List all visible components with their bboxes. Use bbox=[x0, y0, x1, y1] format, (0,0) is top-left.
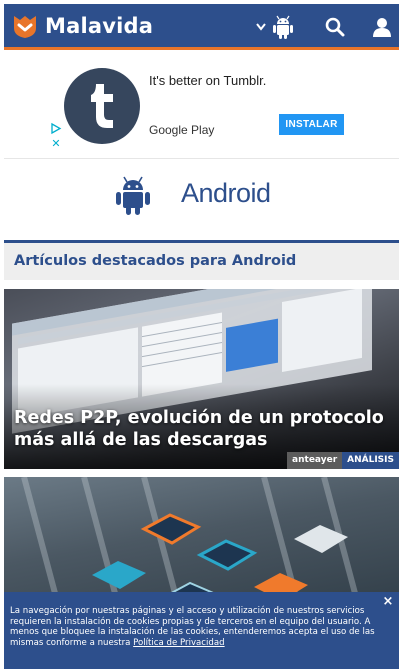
ad-headline[interactable]: It's better on Tumblr. bbox=[149, 73, 266, 88]
brand-name[interactable]: Malavida bbox=[45, 14, 153, 38]
article-date: anteayer bbox=[287, 452, 343, 469]
chevron-down-icon[interactable] bbox=[254, 12, 268, 42]
android-icon[interactable] bbox=[270, 12, 296, 42]
article-title[interactable]: Redes P2P, evolución de un protocolo más… bbox=[14, 407, 394, 451]
install-button[interactable]: INSTALAR bbox=[279, 114, 344, 135]
privacy-policy-link[interactable]: Política de Privacidad bbox=[133, 638, 224, 648]
article-meta: anteayer ANÁLISIS bbox=[287, 452, 399, 469]
search-icon[interactable] bbox=[320, 12, 350, 42]
page: Malavida It's better on Tumblr. Google P… bbox=[0, 0, 399, 669]
divider bbox=[4, 158, 399, 159]
cookie-text: La navegación por nuestras páginas y el … bbox=[10, 606, 398, 648]
cookie-banner: × La navegación por nuestras páginas y e… bbox=[4, 592, 399, 669]
ad-store-name: Google Play bbox=[149, 123, 215, 137]
tumblr-t-icon[interactable] bbox=[64, 68, 140, 144]
top-navbar: Malavida bbox=[4, 4, 399, 50]
user-icon[interactable] bbox=[368, 12, 396, 42]
adchoices-icon[interactable] bbox=[49, 122, 63, 135]
malavida-logo-icon[interactable] bbox=[12, 13, 38, 39]
section-title: Artículos destacados para Android bbox=[14, 253, 297, 269]
article-card[interactable]: Redes P2P, evolución de un protocolo más… bbox=[4, 289, 399, 469]
android-icon bbox=[116, 176, 150, 215]
platform-title: Android bbox=[181, 178, 271, 208]
ad-close-icon[interactable]: ✕ bbox=[49, 137, 63, 150]
article-type-badge: ANÁLISIS bbox=[342, 452, 399, 469]
